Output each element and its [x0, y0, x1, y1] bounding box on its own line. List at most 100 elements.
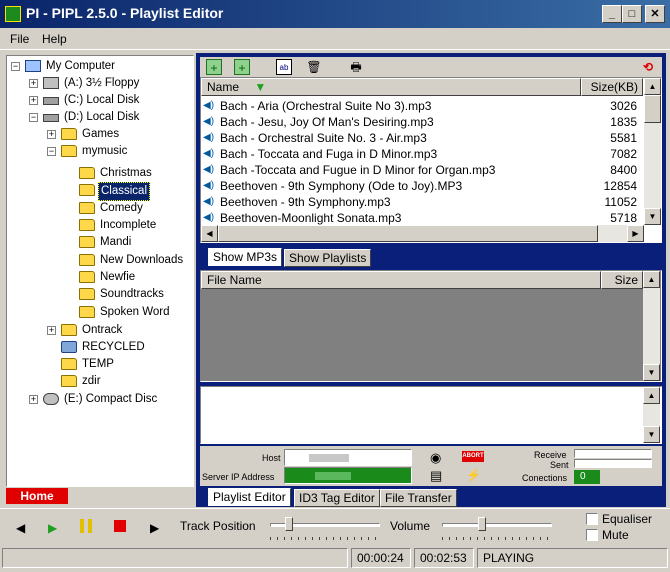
add-file-icon[interactable]: +	[206, 59, 222, 75]
scroll-up-button[interactable]: ▲	[644, 78, 661, 95]
track-position-label: Track Position	[180, 519, 256, 533]
menu-bar: File Help	[0, 28, 670, 50]
folder-tree[interactable]: − My Computer + (A:) 3½ Floppy + (C:) Lo…	[6, 55, 194, 487]
previous-icon[interactable]: ◀	[16, 521, 25, 535]
folder-icon	[79, 167, 95, 179]
network-panel: Host Server IP Address ◉ ▤ ABORT ⚡ Recei…	[200, 446, 662, 486]
scroll-up-button[interactable]: ▲	[643, 271, 660, 288]
maximize-button[interactable]: □	[622, 5, 642, 23]
table-row[interactable]: ◀) Bach - Toccata and Fuga in D Minor.mp3…	[201, 146, 643, 162]
scroll-thumb[interactable]	[644, 95, 661, 123]
folder-icon	[61, 128, 77, 140]
scroll-down-button[interactable]: ▼	[643, 364, 660, 381]
column-header-file-name[interactable]: File Name	[201, 271, 601, 289]
player-controls: ◀ ▶ ▶ Track Position Volume Equaliser Mu…	[0, 508, 670, 544]
scroll-down-button[interactable]: ▼	[643, 426, 660, 443]
list-icon[interactable]: ▤	[430, 468, 442, 484]
stop-icon[interactable]	[114, 520, 126, 532]
vertical-scrollbar[interactable]: ▲ ▼	[643, 271, 660, 381]
track-position-thumb[interactable]	[284, 517, 293, 531]
audio-file-icon: ◀)	[203, 164, 215, 175]
table-row[interactable]: ◀) Bach - Aria (Orchestral Suite No 3).mp…	[201, 98, 643, 114]
delete-icon[interactable]: 🗑	[306, 59, 322, 75]
home-button[interactable]: Home	[6, 488, 68, 504]
column-header-size[interactable]: Size	[601, 271, 643, 289]
server-ip-label: Server IP Address	[202, 472, 275, 482]
table-row[interactable]: ◀) Bach - Jesu, Joy Of Man's Desiring.mp3…	[201, 114, 643, 130]
volume-slider[interactable]	[442, 523, 552, 527]
audio-file-icon: ◀)	[203, 180, 215, 191]
folder-open-icon	[79, 184, 95, 196]
tab-file-transfer[interactable]: File Transfer	[380, 489, 457, 507]
scroll-right-button[interactable]: ▶	[627, 225, 644, 242]
horizontal-scrollbar[interactable]: ◀ ▶	[201, 225, 644, 242]
abort-button[interactable]: ABORT	[462, 451, 484, 462]
connect-icon[interactable]: ⚡	[466, 468, 481, 482]
table-row[interactable]: ◀) Beethoven - 9th Symphony (Ode to Joy).…	[201, 178, 643, 194]
rename-icon[interactable]: ab	[276, 59, 292, 75]
window-title: PI - PIPL 2.5.0 - Playlist Editor	[26, 5, 224, 21]
status-bar: 00:00:24 00:02:53 PLAYING	[0, 546, 670, 570]
menu-file[interactable]: File	[10, 32, 29, 46]
folder-icon	[61, 358, 77, 370]
mute-checkbox[interactable]	[586, 529, 598, 541]
table-row[interactable]: ◀) Bach -Toccata and Fugue in D Minor for…	[201, 162, 643, 178]
tab-id3-tag-editor[interactable]: ID3 Tag Editor	[294, 489, 380, 507]
floppy-icon	[43, 77, 59, 89]
scroll-up-button[interactable]: ▲	[643, 387, 660, 404]
volume-ticks	[442, 537, 552, 540]
refresh-icon[interactable]: ⟲	[640, 59, 656, 75]
folder-icon	[79, 306, 95, 318]
close-button[interactable]: ✕	[645, 5, 665, 23]
track-position-ticks	[270, 537, 380, 540]
play-icon[interactable]: ▶	[48, 521, 57, 535]
menu-help[interactable]: Help	[42, 32, 67, 46]
connections-label: Conections	[522, 473, 568, 483]
table-row[interactable]: ◀) Beethoven - 9th Symphony.mp3 11052	[201, 194, 643, 210]
cd-drive-icon	[43, 393, 59, 405]
host-field[interactable]	[284, 449, 412, 466]
receive-meter	[574, 449, 652, 458]
elapsed-time: 00:00:24	[351, 548, 411, 568]
vertical-scrollbar[interactable]: ▲ ▼	[643, 387, 660, 443]
minimize-button[interactable]: _	[602, 5, 622, 23]
column-header-size[interactable]: Size(KB)	[581, 78, 643, 96]
audio-file-icon: ◀)	[203, 132, 215, 143]
eye-icon[interactable]: ◉	[430, 450, 441, 466]
folder-icon	[61, 375, 77, 387]
table-row[interactable]: ◀) Beethoven-Moonlight Sonata.mp3 5718	[201, 210, 643, 226]
scroll-thumb-horizontal[interactable]	[218, 225, 598, 242]
next-icon[interactable]: ▶	[150, 521, 159, 535]
add-folder-icon[interactable]: +	[234, 59, 250, 75]
column-header-name[interactable]: Name ▼	[201, 78, 581, 96]
audio-file-icon: ◀)	[203, 196, 215, 207]
pause-icon[interactable]	[80, 519, 92, 533]
mp3-file-list[interactable]: Name ▼ Size(KB) ◀) Bach - Aria (Orchestra…	[200, 77, 662, 243]
print-icon[interactable]: 🖶	[348, 59, 364, 75]
server-ip-field[interactable]	[284, 467, 412, 484]
playlist-list[interactable]: File Name Size ▲ ▼	[200, 270, 662, 382]
redacted-value	[315, 472, 351, 480]
table-row[interactable]: ◀) Bach - Orchestral Suite No. 3 - Air.mp…	[201, 130, 643, 146]
app-icon	[5, 6, 21, 22]
folder-icon	[79, 254, 95, 266]
sent-meter	[574, 459, 652, 468]
vertical-scrollbar[interactable]: ▲ ▼	[644, 78, 661, 225]
message-box[interactable]: ▲ ▼	[200, 386, 662, 444]
computer-icon	[25, 60, 41, 72]
title-bar: PI - PIPL 2.5.0 - Playlist Editor _ □ ✕	[0, 0, 670, 28]
audio-file-icon: ◀)	[203, 148, 215, 159]
host-label: Host	[262, 453, 281, 463]
folder-icon	[79, 236, 95, 248]
volume-thumb[interactable]	[477, 517, 486, 531]
equaliser-checkbox[interactable]	[586, 513, 598, 525]
total-time: 00:02:53	[414, 548, 474, 568]
scroll-left-button[interactable]: ◀	[201, 225, 218, 242]
folder-icon	[61, 324, 77, 336]
scroll-down-button[interactable]: ▼	[644, 208, 661, 225]
audio-file-icon: ◀)	[203, 212, 215, 223]
tab-show-playlists[interactable]: Show Playlists	[284, 249, 372, 267]
tab-show-mp3s[interactable]: Show MP3s	[208, 248, 283, 266]
tab-playlist-editor[interactable]: Playlist Editor	[208, 488, 291, 506]
folder-icon	[79, 202, 95, 214]
